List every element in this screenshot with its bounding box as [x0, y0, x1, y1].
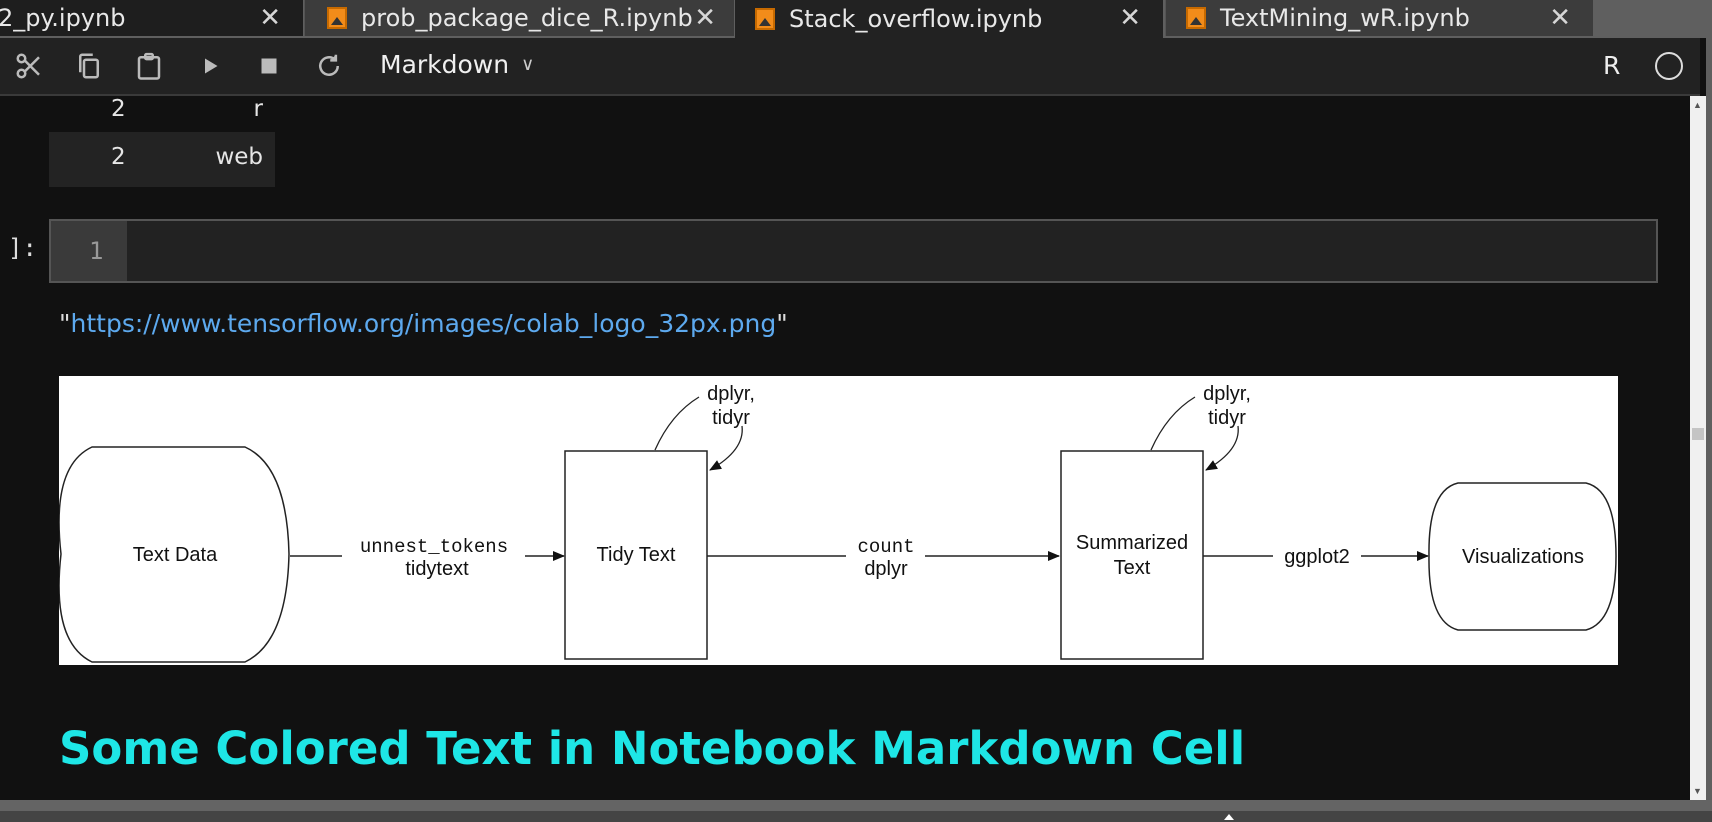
edge-2-pkg-label: dplyr — [864, 558, 908, 580]
cell-word: r — [253, 96, 263, 122]
tab-bar: 2_py.ipynb ✕ prob_package_dice_R.ipynb ✕… — [0, 0, 1712, 38]
tidytext-workflow-diagram: Text Data unnest_tokens tidytext Tidy Te… — [58, 376, 1618, 665]
scroll-up-icon[interactable]: ▲ — [1693, 100, 1702, 110]
markdown-url-text: "https://www.tensorflow.org/images/colab… — [59, 309, 788, 338]
tab-prob-package-dice[interactable]: prob_package_dice_R.ipynb ✕ — [304, 0, 734, 36]
node-summarized-text-shape — [1060, 450, 1204, 660]
notebook-icon — [327, 7, 347, 29]
line-number: 1 — [89, 237, 104, 265]
tab-label: TextMining_wR.ipynb — [1220, 4, 1470, 32]
vertical-scrollbar[interactable]: ▲ ▼ — [1690, 96, 1706, 800]
table-row: 2 web — [49, 132, 275, 187]
notebook-icon — [1186, 7, 1206, 29]
colored-markdown-heading: Some Colored Text in Notebook Markdown C… — [59, 722, 1246, 775]
status-bar — [0, 811, 1712, 822]
caret-up-icon — [1224, 814, 1234, 820]
tab-stack-overflow[interactable]: Stack_overflow.ipynb ✕ — [735, 0, 1163, 38]
close-icon[interactable]: ✕ — [1119, 3, 1141, 33]
edge-1-code-label: unnest_tokens — [360, 536, 508, 558]
kernel-name[interactable]: R — [1603, 51, 1620, 80]
stop-icon[interactable] — [253, 50, 285, 82]
edge-2-code-label: count — [857, 536, 914, 558]
kernel-status-icon — [1655, 52, 1683, 80]
cut-icon[interactable] — [13, 50, 45, 82]
edge-3-pkg-label: ggplot2 — [1284, 546, 1350, 568]
close-icon[interactable]: ✕ — [694, 3, 716, 33]
tab-2-py[interactable]: 2_py.ipynb ✕ — [0, 0, 303, 36]
loop-1-label-b: tidyr — [712, 407, 750, 429]
node-summarized-label-2: Text — [1114, 557, 1151, 579]
tab-label: 2_py.ipynb — [0, 4, 126, 32]
loop-2-label-a: dplyr, — [1203, 383, 1251, 405]
quote-close: " — [776, 309, 788, 338]
loop-2-label-b: tidyr — [1208, 407, 1246, 429]
loop-2-arrow — [1205, 425, 1239, 471]
close-icon[interactable]: ✕ — [1549, 3, 1571, 33]
window-edge — [1706, 0, 1712, 822]
chevron-down-icon: ∨ — [521, 54, 535, 75]
node-visualizations-label: Visualizations — [1462, 546, 1584, 568]
cell-n: 2 — [111, 144, 126, 170]
restart-icon[interactable] — [313, 50, 345, 82]
cell-word: web — [215, 144, 263, 170]
tab-textmining[interactable]: TextMining_wR.ipynb ✕ — [1165, 0, 1593, 36]
node-tidy-text-label: Tidy Text — [597, 544, 676, 566]
notebook-content: 2 r 2 web ]: 1 "https://www.tensorflow.o… — [0, 96, 1690, 800]
url-link[interactable]: https://www.tensorflow.org/images/colab_… — [71, 309, 777, 338]
node-text-data-label: Text Data — [133, 544, 218, 566]
edge-1-pkg-label: tidytext — [405, 558, 469, 580]
notebook-icon — [755, 8, 775, 30]
scrollbar-thumb[interactable] — [1692, 428, 1704, 440]
node-summarized-label-1: Summarized — [1076, 532, 1188, 554]
cell-type-value: Markdown — [380, 50, 510, 79]
loop-1-arrow — [709, 425, 743, 471]
tab-label: prob_package_dice_R.ipynb — [361, 4, 693, 32]
tab-label: Stack_overflow.ipynb — [789, 5, 1043, 33]
close-icon[interactable]: ✕ — [259, 3, 281, 33]
loop-1-label-a: dplyr, — [707, 383, 755, 405]
horizontal-scrollbar[interactable] — [0, 800, 1712, 811]
run-icon[interactable] — [194, 50, 226, 82]
loop-2-line — [1150, 396, 1196, 451]
cell-type-dropdown[interactable]: Markdown ∨ — [380, 50, 534, 79]
loop-1-line — [654, 396, 700, 451]
scroll-down-icon[interactable]: ▼ — [1693, 786, 1702, 796]
code-cell-editor[interactable]: 1 — [49, 219, 1658, 283]
cell-n: 2 — [111, 96, 126, 122]
cell-prompt: ]: — [8, 234, 37, 262]
quote-open: " — [59, 309, 71, 338]
notebook-toolbar: Markdown ∨ R — [0, 38, 1700, 96]
copy-icon[interactable] — [73, 50, 105, 82]
paste-icon[interactable] — [133, 50, 165, 82]
